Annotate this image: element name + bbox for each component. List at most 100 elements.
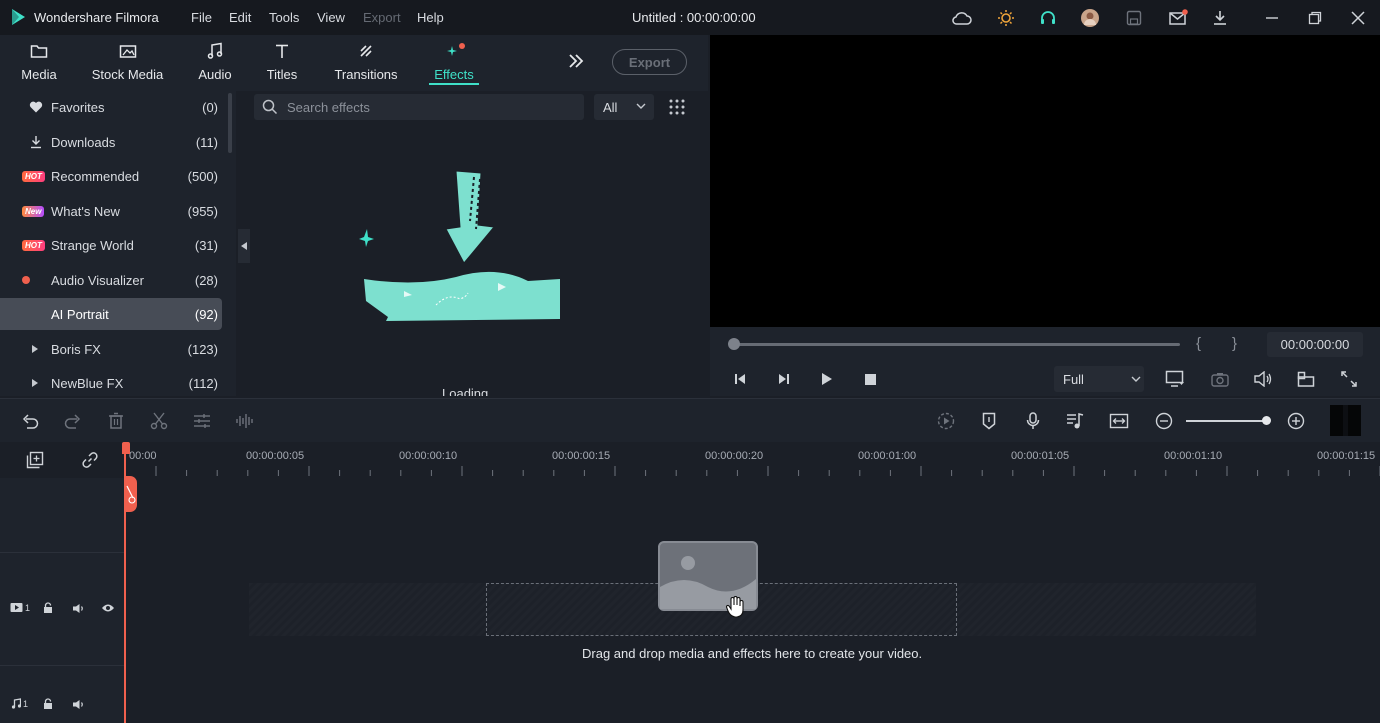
audio-waveform-icon[interactable]	[235, 411, 255, 431]
add-track-icon[interactable]	[25, 450, 45, 470]
category-boris-fx[interactable]: Boris FX (123)	[0, 333, 222, 365]
ruler-ticks	[155, 466, 1380, 476]
mark-out-button[interactable]: }	[1232, 335, 1237, 352]
cloud-icon[interactable]	[951, 7, 973, 29]
mark-in-button[interactable]: {	[1196, 335, 1201, 352]
preview-controls: { } 00:00:00:00 Full	[710, 327, 1380, 396]
mute-speaker-icon[interactable]	[71, 602, 85, 614]
category-downloads[interactable]: Downloads (11)	[0, 126, 222, 158]
video-track-icon	[10, 602, 23, 613]
fullscreen-icon[interactable]	[1339, 369, 1359, 389]
ruler-label: 00:00:00:05	[246, 450, 305, 462]
next-frame-icon[interactable]	[776, 371, 792, 387]
preview-window[interactable]	[710, 35, 1380, 327]
menu-file[interactable]: File	[191, 10, 212, 25]
tab-media[interactable]: Media	[16, 35, 62, 91]
track-headers: 1 1	[0, 478, 125, 723]
stop-icon[interactable]	[862, 371, 878, 387]
zoom-out-icon[interactable]	[1154, 411, 1174, 431]
text-t-icon	[274, 41, 290, 61]
bulb-icon[interactable]	[995, 7, 1017, 29]
ruler-label: 00:00	[129, 450, 157, 462]
stock-media-icon	[119, 41, 137, 61]
search-icon	[262, 99, 278, 115]
hot-badge: HOT	[22, 239, 48, 251]
more-tabs-icon[interactable]	[566, 52, 586, 70]
collapse-panel-icon[interactable]	[238, 229, 250, 263]
close-icon[interactable]	[1347, 7, 1369, 29]
lock-icon[interactable]	[42, 698, 54, 710]
play-icon[interactable]	[819, 371, 835, 387]
audio-mixer-icon[interactable]	[1065, 411, 1085, 431]
category-strange-world[interactable]: HOT Strange World (31)	[0, 229, 222, 261]
headset-icon[interactable]	[1037, 7, 1059, 29]
search-input[interactable]: Search effects	[254, 94, 584, 120]
zoom-slider-handle[interactable]	[1262, 416, 1271, 425]
filter-dropdown[interactable]: All	[594, 94, 654, 120]
category-scrollbar[interactable]	[228, 93, 232, 153]
eye-icon[interactable]	[100, 602, 116, 614]
timeline-ruler[interactable]: 00:00 00:00:00:05 00:00:00:10 00:00:00:1…	[0, 442, 1380, 478]
snapshot-camera-icon[interactable]	[1210, 369, 1230, 389]
hand-cursor-icon	[725, 596, 745, 618]
menu-view[interactable]: View	[317, 10, 345, 25]
filmora-logo-icon	[9, 8, 27, 26]
mail-icon[interactable]	[1167, 7, 1189, 29]
zoom-in-icon[interactable]	[1286, 411, 1306, 431]
category-ai-portrait[interactable]: AI Portrait (92)	[0, 298, 222, 330]
lock-icon[interactable]	[42, 602, 54, 614]
download-icon[interactable]	[1209, 7, 1231, 29]
mute-speaker-icon[interactable]	[71, 698, 85, 710]
menu-edit[interactable]: Edit	[229, 10, 251, 25]
preview-timecode: 00:00:00:00	[1267, 332, 1363, 357]
menu-tools[interactable]: Tools	[269, 10, 299, 25]
scrubber-handle[interactable]	[728, 338, 740, 350]
audio-meter	[1330, 405, 1361, 436]
tab-transitions[interactable]: Transitions	[331, 35, 401, 91]
folder-icon	[30, 41, 48, 61]
grid-view-icon[interactable]	[669, 99, 685, 115]
restore-icon[interactable]	[1304, 7, 1326, 29]
microphone-icon[interactable]	[1023, 411, 1043, 431]
avatar[interactable]	[1079, 7, 1101, 29]
title-bar: Wondershare Filmora File Edit Tools View…	[0, 0, 1380, 35]
ruler-label: 00:00:01:15	[1317, 450, 1376, 462]
render-preview-icon[interactable]	[936, 411, 956, 431]
music-note-icon	[11, 698, 21, 709]
minimize-icon[interactable]	[1261, 7, 1283, 29]
category-favorites[interactable]: Favorites (0)	[0, 91, 222, 123]
cut-scissors-icon[interactable]	[149, 411, 169, 431]
menu-export[interactable]: Export	[363, 10, 401, 25]
tab-effects[interactable]: Effects	[429, 35, 479, 91]
tab-audio[interactable]: Audio	[193, 35, 237, 91]
preview-scrubber[interactable]	[734, 343, 1180, 346]
export-button[interactable]: Export	[612, 49, 687, 75]
previous-frame-icon[interactable]	[732, 371, 748, 387]
picture-in-picture-icon[interactable]	[1296, 369, 1316, 389]
category-newblue-fx[interactable]: NewBlue FX (112)	[0, 367, 222, 399]
delete-icon[interactable]	[106, 411, 126, 431]
timeline-tracks[interactable]: Drag and drop media and effects here to …	[125, 478, 1380, 723]
volume-icon[interactable]	[1253, 369, 1273, 389]
playhead-scissor-handle[interactable]	[124, 476, 137, 512]
category-whats-new[interactable]: New What's New (955)	[0, 195, 222, 227]
display-settings-icon[interactable]	[1165, 369, 1185, 389]
ruler-label: 00:00:00:10	[399, 450, 458, 462]
redo-icon[interactable]	[63, 411, 83, 431]
save-icon[interactable]	[1123, 7, 1145, 29]
fit-timeline-icon[interactable]	[1109, 411, 1129, 431]
adjust-sliders-icon[interactable]	[192, 411, 212, 431]
quality-dropdown[interactable]: Full	[1054, 366, 1144, 392]
tab-titles[interactable]: Titles	[262, 35, 302, 91]
ruler-label: 00:00:01:10	[1164, 450, 1223, 462]
zoom-slider[interactable]	[1186, 420, 1268, 422]
link-icon[interactable]	[80, 450, 100, 470]
tab-stock-media[interactable]: Stock Media	[90, 35, 165, 91]
playhead-top-handle[interactable]	[122, 442, 130, 454]
undo-icon[interactable]	[20, 411, 40, 431]
menu-help[interactable]: Help	[417, 10, 444, 25]
category-audio-visualizer[interactable]: Audio Visualizer (28)	[0, 264, 222, 296]
category-recommended[interactable]: HOT Recommended (500)	[0, 160, 222, 192]
drop-hint: Drag and drop media and effects here to …	[582, 646, 923, 661]
marker-icon[interactable]	[979, 411, 999, 431]
